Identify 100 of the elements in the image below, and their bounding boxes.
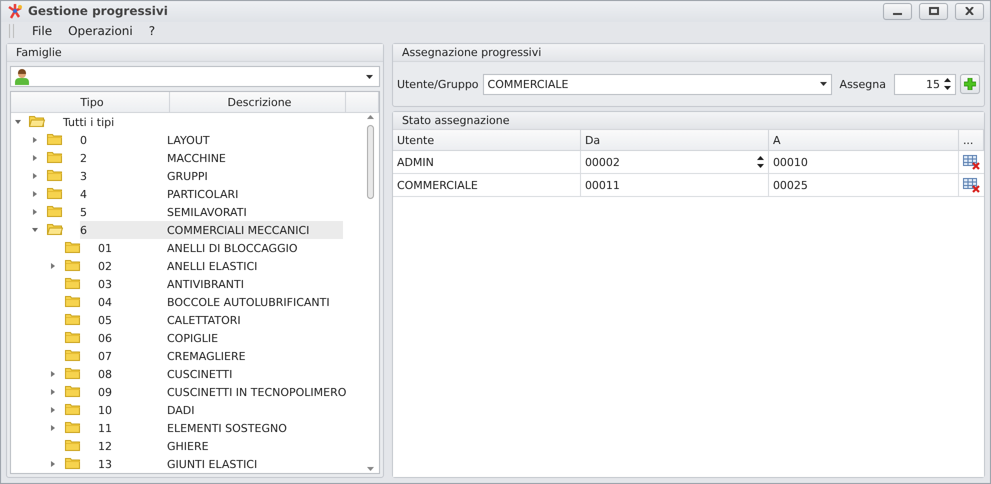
collapsed-arrow-icon[interactable] [50,425,56,431]
dropdown-caret-icon[interactable] [820,82,827,86]
close-icon [965,7,974,16]
folder-icon [65,438,81,450]
tree-row[interactable]: 08 CUSCINETTI [98,365,361,383]
tree-description-text: SEMILAVORATI [167,206,247,218]
selected-tree-row[interactable]: 6 COMMERCIALI MECCANICI [80,221,343,239]
assign-spinner[interactable]: 15 [894,74,956,94]
dropdown-caret-icon[interactable] [366,74,373,78]
tree-row[interactable]: 11 ELEMENTI SOSTEGNO [98,419,361,437]
tree-row[interactable]: 05 CALETTATORI [98,311,361,329]
tree-description-text: GIUNTI ELASTICI [167,458,258,470]
tree-type-text: 09 [98,386,113,398]
column-header[interactable]: Descrizione [170,92,346,112]
collapsed-arrow-icon[interactable] [50,407,56,413]
column-header[interactable]: Utente [392,130,581,150]
tree-description-text: CREMAGLIERE [167,350,246,362]
spin-arrows-icon[interactable] [944,77,951,91]
folder-icon [65,276,81,288]
tree-row[interactable]: 07 CREMAGLIERE [98,347,361,365]
tree-type-text: 10 [98,404,113,416]
close-button[interactable] [955,2,984,20]
tree-description-text: COPIGLIE [167,332,218,344]
tree-type-text: 03 [98,278,113,290]
group-title: Assegnazione progressivi [392,44,984,62]
tree-description-text: LAYOUT [167,134,210,146]
folder-icon [65,240,81,252]
tree-row[interactable]: 2 MACCHINE [80,149,343,167]
tree-type-text: 2 [80,152,88,164]
folder-icon [65,348,81,360]
collapsed-arrow-icon[interactable] [32,173,38,179]
open-folder-icon [47,222,63,234]
user-group-dropdown[interactable]: COMMERCIALE [482,74,832,94]
expanded-arrow-icon[interactable] [15,119,21,125]
tree-row[interactable]: 03 ANTIVIBRANTI [98,275,361,293]
collapsed-arrow-icon[interactable] [32,191,38,197]
collapsed-arrow-icon[interactable] [50,461,56,467]
tree-type-text: 12 [98,440,113,452]
tree-row[interactable]: 3 GRUPPI [80,167,343,185]
panel-title: Famiglie [7,44,383,62]
add-button[interactable] [960,74,980,94]
tree-row[interactable]: 0 LAYOUT [80,131,343,149]
table-cell: ADMIN [392,151,581,173]
tree-row[interactable]: 12 GHIERE [98,437,361,455]
menu-item[interactable]: Operazioni [60,24,141,38]
spin-arrows-icon[interactable] [756,155,764,169]
table-cell: 00011 [580,174,769,196]
delete-row-icon[interactable] [962,178,980,192]
tree-type-text: 11 [98,422,113,434]
menu-item[interactable]: ? [140,24,164,38]
collapsed-arrow-icon[interactable] [32,209,38,215]
tree-description-text: BOCCOLE AUTOLUBRIFICANTI [167,296,330,308]
tree-row[interactable]: 13 GIUNTI ELASTICI [98,455,361,473]
collapsed-arrow-icon[interactable] [50,389,56,395]
tree-row[interactable]: 02 ANELLI ELASTICI [98,257,361,275]
tree-type-text: 06 [98,332,113,344]
group-title: Stato assegnazione [392,112,984,130]
folder-icon [47,204,63,216]
scroll-down-icon[interactable] [367,467,374,471]
collapsed-arrow-icon[interactable] [50,263,56,269]
tree-description-text: DADI [167,404,195,416]
tree-row[interactable]: 06 COPIGLIE [98,329,361,347]
tree-type-text: 08 [98,368,113,380]
tree-description-text: ELEMENTI SOSTEGNO [167,422,287,434]
folder-icon [65,330,81,342]
column-header[interactable]: Da [580,130,769,150]
tree-row[interactable]: Tutti i tipi [63,113,326,131]
folder-icon [65,294,81,306]
maximize-button[interactable] [919,2,948,20]
tree-row[interactable]: 5 SEMILAVORATI [80,203,343,221]
window-title: Gestione progressivi [28,4,169,18]
tree-row[interactable]: 01 ANELLI DI BLOCCAGGIO [98,239,361,257]
tree-description-text: CUSCINETTI IN TECNOPOLIMERO [167,386,346,398]
table-cell: 00010 [768,151,959,173]
menu-item[interactable]: File [24,24,60,38]
column-header[interactable]: A [768,130,959,150]
collapsed-arrow-icon[interactable] [32,137,38,143]
delete-row-icon[interactable] [962,154,980,170]
minimize-button[interactable] [883,2,912,20]
star-logo-icon [7,3,23,20]
collapsed-arrow-icon[interactable] [50,371,56,377]
tree-description-text: ANTIVIBRANTI [167,278,244,290]
scroll-up-icon[interactable] [367,115,374,119]
tree-type-text: 07 [98,350,113,362]
tree-row[interactable]: 4 PARTICOLARI [80,185,343,203]
column-header[interactable]: ... [958,130,984,150]
open-folder-icon [29,114,45,126]
collapsed-arrow-icon[interactable] [32,155,38,161]
column-header[interactable]: Tipo [11,92,170,112]
tree-description-text: CUSCINETTI [167,368,232,380]
tree-row[interactable]: 10 DADI [98,401,361,419]
tree-description-text: ANELLI DI BLOCCAGGIO [167,242,298,254]
tree-description-text: ANELLI ELASTICI [167,260,258,272]
editing-cell[interactable]: 00002 [580,151,769,173]
tree-description-text: CALETTATORI [167,314,241,326]
tree-row[interactable]: 04 BOCCOLE AUTOLUBRIFICANTI [98,293,361,311]
tree-type-text: 04 [98,296,113,308]
expanded-arrow-icon[interactable] [32,227,38,233]
tree-row[interactable]: 09 CUSCINETTI IN TECNOPOLIMERO [98,383,361,401]
tree-type-text: 6 [80,224,88,236]
